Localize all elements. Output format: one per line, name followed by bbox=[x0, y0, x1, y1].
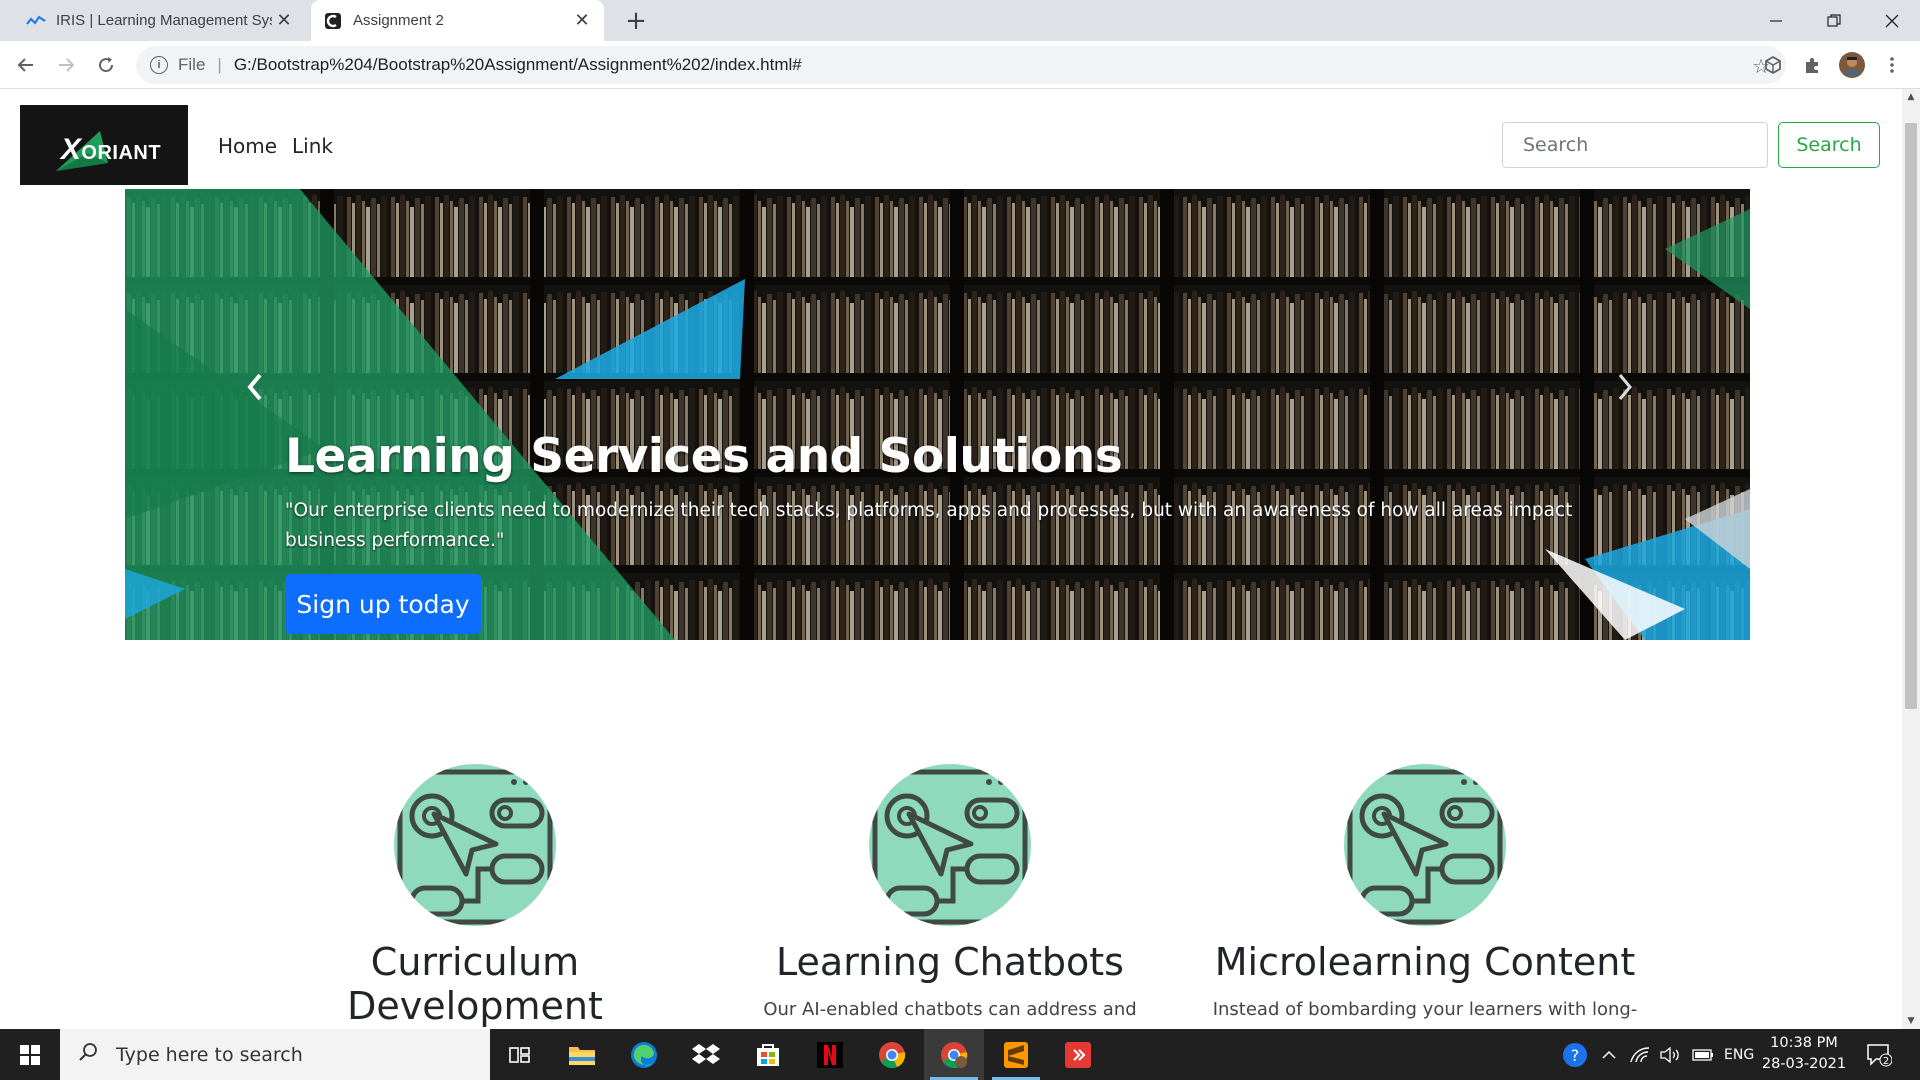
taskbar-search-placeholder: Type here to search bbox=[116, 1043, 303, 1066]
url-text: G:/Bootstrap%204/Bootstrap%20Assignment/… bbox=[233, 55, 802, 74]
chrome-icon[interactable] bbox=[862, 1029, 922, 1080]
search-icon bbox=[78, 1042, 98, 1067]
edge-browser-icon[interactable] bbox=[614, 1029, 674, 1080]
extensions-puzzle-icon[interactable] bbox=[1796, 49, 1828, 81]
codepen-favicon-icon bbox=[323, 11, 343, 31]
file-explorer-icon[interactable] bbox=[552, 1029, 612, 1080]
feature-title: Microlearning Content bbox=[1214, 940, 1636, 984]
netflix-icon[interactable] bbox=[800, 1029, 860, 1080]
url-scheme: File bbox=[178, 55, 206, 74]
browser-toolbar: i File | G:/Bootstrap%204/Bootstrap%20As… bbox=[0, 41, 1920, 89]
svg-text:?: ? bbox=[1571, 1046, 1580, 1065]
back-arrow-icon[interactable] bbox=[10, 49, 42, 81]
git-app-icon[interactable] bbox=[1048, 1029, 1108, 1080]
tab-title: Assignment 2 bbox=[353, 12, 444, 29]
clock-date: 28-03-2021 bbox=[1761, 1056, 1847, 1072]
scrollbar-thumb[interactable] bbox=[1905, 123, 1917, 709]
site-info-icon[interactable]: i bbox=[150, 56, 168, 74]
sublime-text-icon[interactable] bbox=[986, 1029, 1046, 1080]
extension-cube-icon[interactable] bbox=[1757, 49, 1789, 81]
feature-text: Instead of bombarding your learners with… bbox=[1212, 999, 1638, 1020]
microsoft-store-icon[interactable] bbox=[738, 1029, 798, 1080]
search-button[interactable]: Search bbox=[1778, 122, 1880, 168]
search-input[interactable] bbox=[1502, 122, 1768, 168]
brand-text: XORIANT bbox=[60, 133, 162, 166]
volume-icon[interactable] bbox=[1660, 1029, 1682, 1080]
learning-path-icon bbox=[869, 764, 1031, 926]
show-hidden-icons-icon[interactable] bbox=[1602, 1029, 1616, 1080]
taskbar-search-box[interactable]: Type here to search bbox=[60, 1029, 490, 1080]
task-view-icon[interactable] bbox=[490, 1029, 550, 1080]
sign-up-button[interactable]: Sign up today bbox=[285, 574, 481, 634]
feature-curriculum: Curriculum Development bbox=[240, 764, 710, 1028]
feature-chatbots: Learning Chatbots Our AI-enabled chatbot… bbox=[715, 764, 1185, 1029]
forward-arrow-icon[interactable] bbox=[50, 49, 82, 81]
restore-icon[interactable] bbox=[1806, 0, 1862, 41]
carousel-prev-icon[interactable] bbox=[235, 357, 275, 417]
carousel-caption: Learning Services and Solutions "Our ent… bbox=[285, 429, 1685, 556]
feature-microlearning: Microlearning Content Instead of bombard… bbox=[1190, 764, 1660, 1024]
close-tab-icon[interactable]: ✕ bbox=[570, 9, 594, 33]
iris-favicon-icon bbox=[26, 11, 46, 31]
bookshelf-background-image bbox=[125, 189, 1750, 640]
carousel-next-icon[interactable] bbox=[1605, 357, 1645, 417]
taskbar-clock[interactable]: 10:38 PM 28-03-2021 bbox=[1756, 1033, 1852, 1075]
windows-taskbar: Type here to search ? ENG 10:38 PM 28-03… bbox=[0, 1029, 1920, 1080]
feature-title: Learning Chatbots bbox=[776, 940, 1124, 984]
dropbox-icon[interactable] bbox=[676, 1029, 736, 1080]
page-viewport: XORIANT Home Link Search Search Learning… bbox=[0, 89, 1902, 1029]
carousel-title: Learning Services and Solutions bbox=[285, 429, 1123, 484]
tab-assignment[interactable]: Assignment 2 ✕ bbox=[311, 0, 604, 41]
language-indicator[interactable]: ENG bbox=[1724, 1029, 1754, 1080]
feature-title: Curriculum Development bbox=[347, 940, 603, 1028]
close-window-icon[interactable] bbox=[1864, 0, 1920, 41]
profile-avatar[interactable] bbox=[1836, 49, 1868, 81]
learning-path-icon bbox=[1344, 764, 1506, 926]
scroll-down-icon[interactable]: ▼ bbox=[1902, 1013, 1920, 1029]
tab-iris[interactable]: IRIS | Learning Management Syst ✕ bbox=[14, 0, 306, 41]
page-scrollbar[interactable]: ▲ ▼ bbox=[1902, 89, 1920, 1029]
windows-start-icon[interactable] bbox=[0, 1029, 60, 1080]
address-bar[interactable]: i File | G:/Bootstrap%204/Bootstrap%20As… bbox=[136, 46, 1786, 84]
tab-title: IRIS | Learning Management Syst bbox=[56, 12, 272, 29]
brand-logo[interactable]: XORIANT bbox=[20, 105, 188, 185]
nav-link-link[interactable]: Link bbox=[292, 134, 333, 158]
battery-icon[interactable] bbox=[1692, 1029, 1714, 1080]
reload-icon[interactable] bbox=[90, 49, 122, 81]
feature-text: Our AI-enabled chatbots can address and … bbox=[763, 999, 1137, 1029]
new-tab-button[interactable]: + bbox=[622, 8, 650, 36]
close-tab-icon[interactable]: ✕ bbox=[272, 9, 296, 33]
notification-center-icon[interactable]: 2 bbox=[1866, 1029, 1892, 1080]
wifi-icon[interactable] bbox=[1630, 1029, 1650, 1080]
learning-path-icon bbox=[394, 764, 556, 926]
scroll-up-icon[interactable]: ▲ bbox=[1902, 89, 1920, 105]
minimize-icon[interactable] bbox=[1748, 0, 1804, 41]
notification-count: 2 bbox=[1883, 1056, 1889, 1067]
nav-link-home[interactable]: Home bbox=[218, 134, 277, 158]
clock-time: 10:38 PM bbox=[1770, 1035, 1838, 1051]
help-icon[interactable]: ? bbox=[1562, 1029, 1588, 1080]
hero-carousel: Learning Services and Solutions "Our ent… bbox=[125, 189, 1750, 640]
browser-menu-icon[interactable] bbox=[1876, 49, 1908, 81]
chrome-profile-running-icon[interactable] bbox=[924, 1029, 984, 1080]
carousel-text: "Our enterprise clients need to moderniz… bbox=[285, 500, 1573, 551]
browser-tab-strip: IRIS | Learning Management Syst ✕ Assign… bbox=[0, 0, 1920, 41]
